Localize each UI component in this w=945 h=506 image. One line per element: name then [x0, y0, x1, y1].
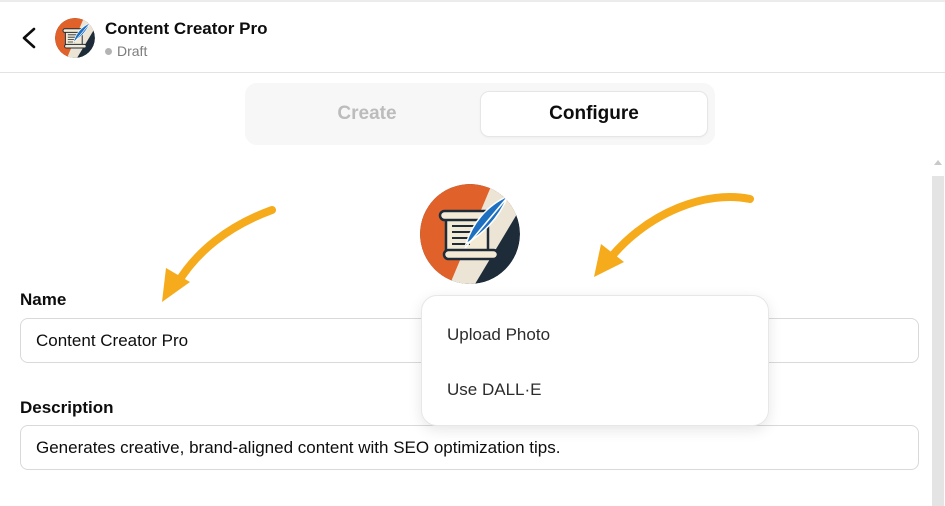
image-options-menu: Upload Photo Use DALL·E — [421, 295, 769, 426]
description-label: Description — [20, 398, 114, 417]
app-title: Content Creator Pro — [105, 19, 268, 38]
name-label: Name — [20, 290, 67, 309]
scroll-up-arrow[interactable] — [934, 160, 942, 165]
status-indicator: Draft — [105, 43, 147, 59]
scrollbar-thumb[interactable] — [932, 176, 944, 506]
scroll-quill-icon — [55, 18, 95, 58]
curved-arrow-icon — [594, 193, 754, 277]
curved-arrow-icon — [162, 206, 276, 302]
description-field[interactable] — [20, 425, 919, 470]
status-dot — [105, 47, 112, 55]
back-button[interactable] — [16, 24, 44, 52]
menu-item-use-dalle[interactable]: Use DALL·E — [422, 366, 768, 414]
editor-header: Content Creator Pro Draft — [0, 2, 945, 73]
gpt-avatar-small — [55, 18, 95, 58]
menu-item-upload-photo[interactable]: Upload Photo — [422, 311, 768, 359]
mode-tabs: Create Configure — [245, 83, 715, 145]
profile-image-button[interactable] — [420, 184, 520, 284]
scrollbar[interactable] — [931, 160, 945, 506]
status-text: Draft — [117, 43, 148, 59]
chevron-left-icon[interactable] — [16, 24, 44, 52]
scroll-quill-icon[interactable] — [420, 184, 520, 284]
tab-configure[interactable]: Configure — [480, 91, 708, 137]
tab-create[interactable]: Create — [253, 91, 481, 137]
